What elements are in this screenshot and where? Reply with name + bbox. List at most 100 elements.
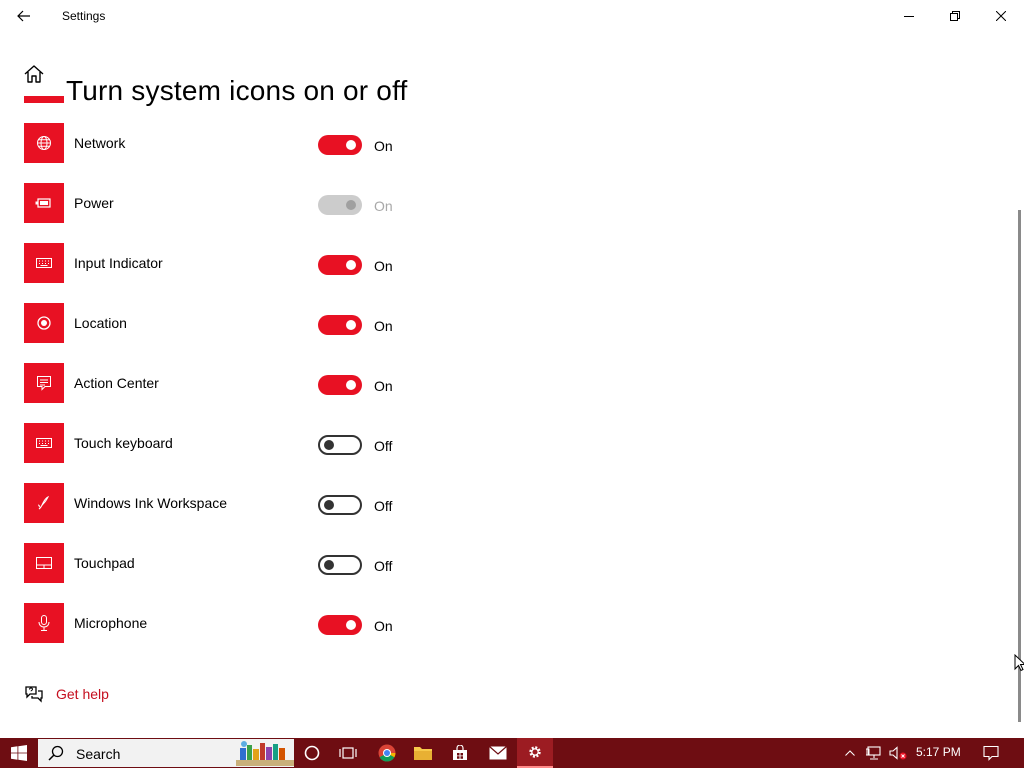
toggle-knob [346,200,356,210]
list-item-windows-ink-workspace: Windows Ink Workspace Off [0,483,600,523]
network-globe-icon [24,123,64,163]
restore-button[interactable] [932,0,978,32]
list-item-input-indicator: Input Indicator On [0,243,600,283]
app-title: Settings [62,9,106,23]
notifications-button[interactable] [978,738,1004,768]
close-icon [996,11,1006,21]
network-tray-button[interactable] [863,738,885,768]
page-title: Turn system icons on or off [66,74,408,106]
volume-tray-button[interactable] [887,738,909,768]
pen-icon [24,483,64,523]
volume-muted-icon [889,746,907,760]
power-toggle[interactable] [318,195,362,215]
list-item-network: Network On [0,123,600,163]
list-item-microphone: Microphone On [0,603,600,643]
show-hidden-icons-button[interactable] [840,738,860,768]
toggle-state-label: Off [374,498,393,514]
microphone-toggle[interactable] [318,615,362,635]
toggle-knob [346,380,356,390]
store-bag-icon [453,745,467,760]
item-label: Action Center [74,375,159,391]
action-center-toggle[interactable] [318,375,362,395]
toggle-state-label: On [374,138,393,154]
list-item-touch-keyboard: Touch keyboard Off [0,423,600,463]
mail-icon [489,746,507,760]
list-item-location: Location On [0,303,600,343]
chrome-icon [378,744,396,762]
touch-keyboard-icon [24,423,64,463]
scrollbar[interactable] [1018,210,1021,722]
toggle-state-label: On [374,198,393,214]
action-center-icon [24,363,64,403]
item-label: Microphone [74,615,148,631]
item-label: Touch keyboard [74,435,173,451]
toggle-knob [324,500,334,510]
windows-logo-icon [11,745,27,761]
touchpad-toggle[interactable] [318,555,362,575]
item-label: Location [74,315,127,331]
toggle-knob [324,440,334,450]
start-button[interactable] [0,738,38,768]
mouse-cursor-icon [1014,654,1024,672]
close-button[interactable] [978,0,1024,32]
minimize-button[interactable] [886,0,932,32]
toggle-state-label: Off [374,558,393,574]
windows-ink-workspace-toggle[interactable] [318,495,362,515]
taskbar-clock[interactable]: 5:17 PM [916,745,961,759]
toggle-knob [324,560,334,570]
task-view-button[interactable] [330,738,366,768]
toggle-knob [346,140,356,150]
gear-icon [529,746,541,758]
taskbar-search-box[interactable]: Search [38,739,294,767]
location-toggle[interactable] [318,315,362,335]
books-illustration-icon [236,741,294,766]
item-label: Input Indicator [74,255,163,271]
home-button[interactable] [22,62,46,86]
list-item-touchpad: Touchpad Off [0,543,600,583]
notifications-icon [983,745,999,761]
restore-icon [950,11,960,21]
toggle-knob [346,260,356,270]
arrow-left-icon [17,10,30,22]
title-bar: Settings [0,0,1024,32]
toggle-state-label: On [374,318,393,334]
help-chat-icon [25,686,43,703]
item-label: Network [74,135,126,151]
search-placeholder: Search [76,746,121,762]
network-tray-icon [866,746,881,760]
task-view-icon [339,747,357,759]
toggle-knob [346,620,356,630]
file-explorer-button[interactable] [405,738,441,768]
toggle-state-label: Off [374,438,393,454]
toggle-state-label: On [374,378,393,394]
input-indicator-toggle[interactable] [318,255,362,275]
back-button[interactable] [8,4,40,28]
keyboard-icon [24,243,64,283]
toggle-state-label: On [374,618,393,634]
partial-icon-tile [24,96,64,103]
item-label: Power [74,195,114,211]
touch-keyboard-toggle[interactable] [318,435,362,455]
cortana-button[interactable] [294,738,330,768]
chrome-button[interactable] [369,738,405,768]
mail-button[interactable] [480,738,516,768]
touchpad-icon [24,543,64,583]
location-icon [24,303,64,343]
store-button[interactable] [442,738,478,768]
get-help-link[interactable]: Get help [56,686,109,702]
home-icon [24,65,44,83]
taskbar: Search 5:17 PM [0,738,1024,768]
cortana-icon [304,745,320,761]
toggle-knob [346,320,356,330]
battery-icon [24,183,64,223]
item-label: Windows Ink Workspace [74,495,228,511]
network-toggle[interactable] [318,135,362,155]
list-item-power: Power On [0,183,600,223]
settings-taskbar-button[interactable] [517,738,553,768]
folder-icon [414,747,432,760]
chevron-up-icon [845,750,855,756]
page-header: Turn system icons on or off [0,52,600,106]
toggle-state-label: On [374,258,393,274]
minimize-icon [904,16,914,17]
microphone-icon [24,603,64,643]
